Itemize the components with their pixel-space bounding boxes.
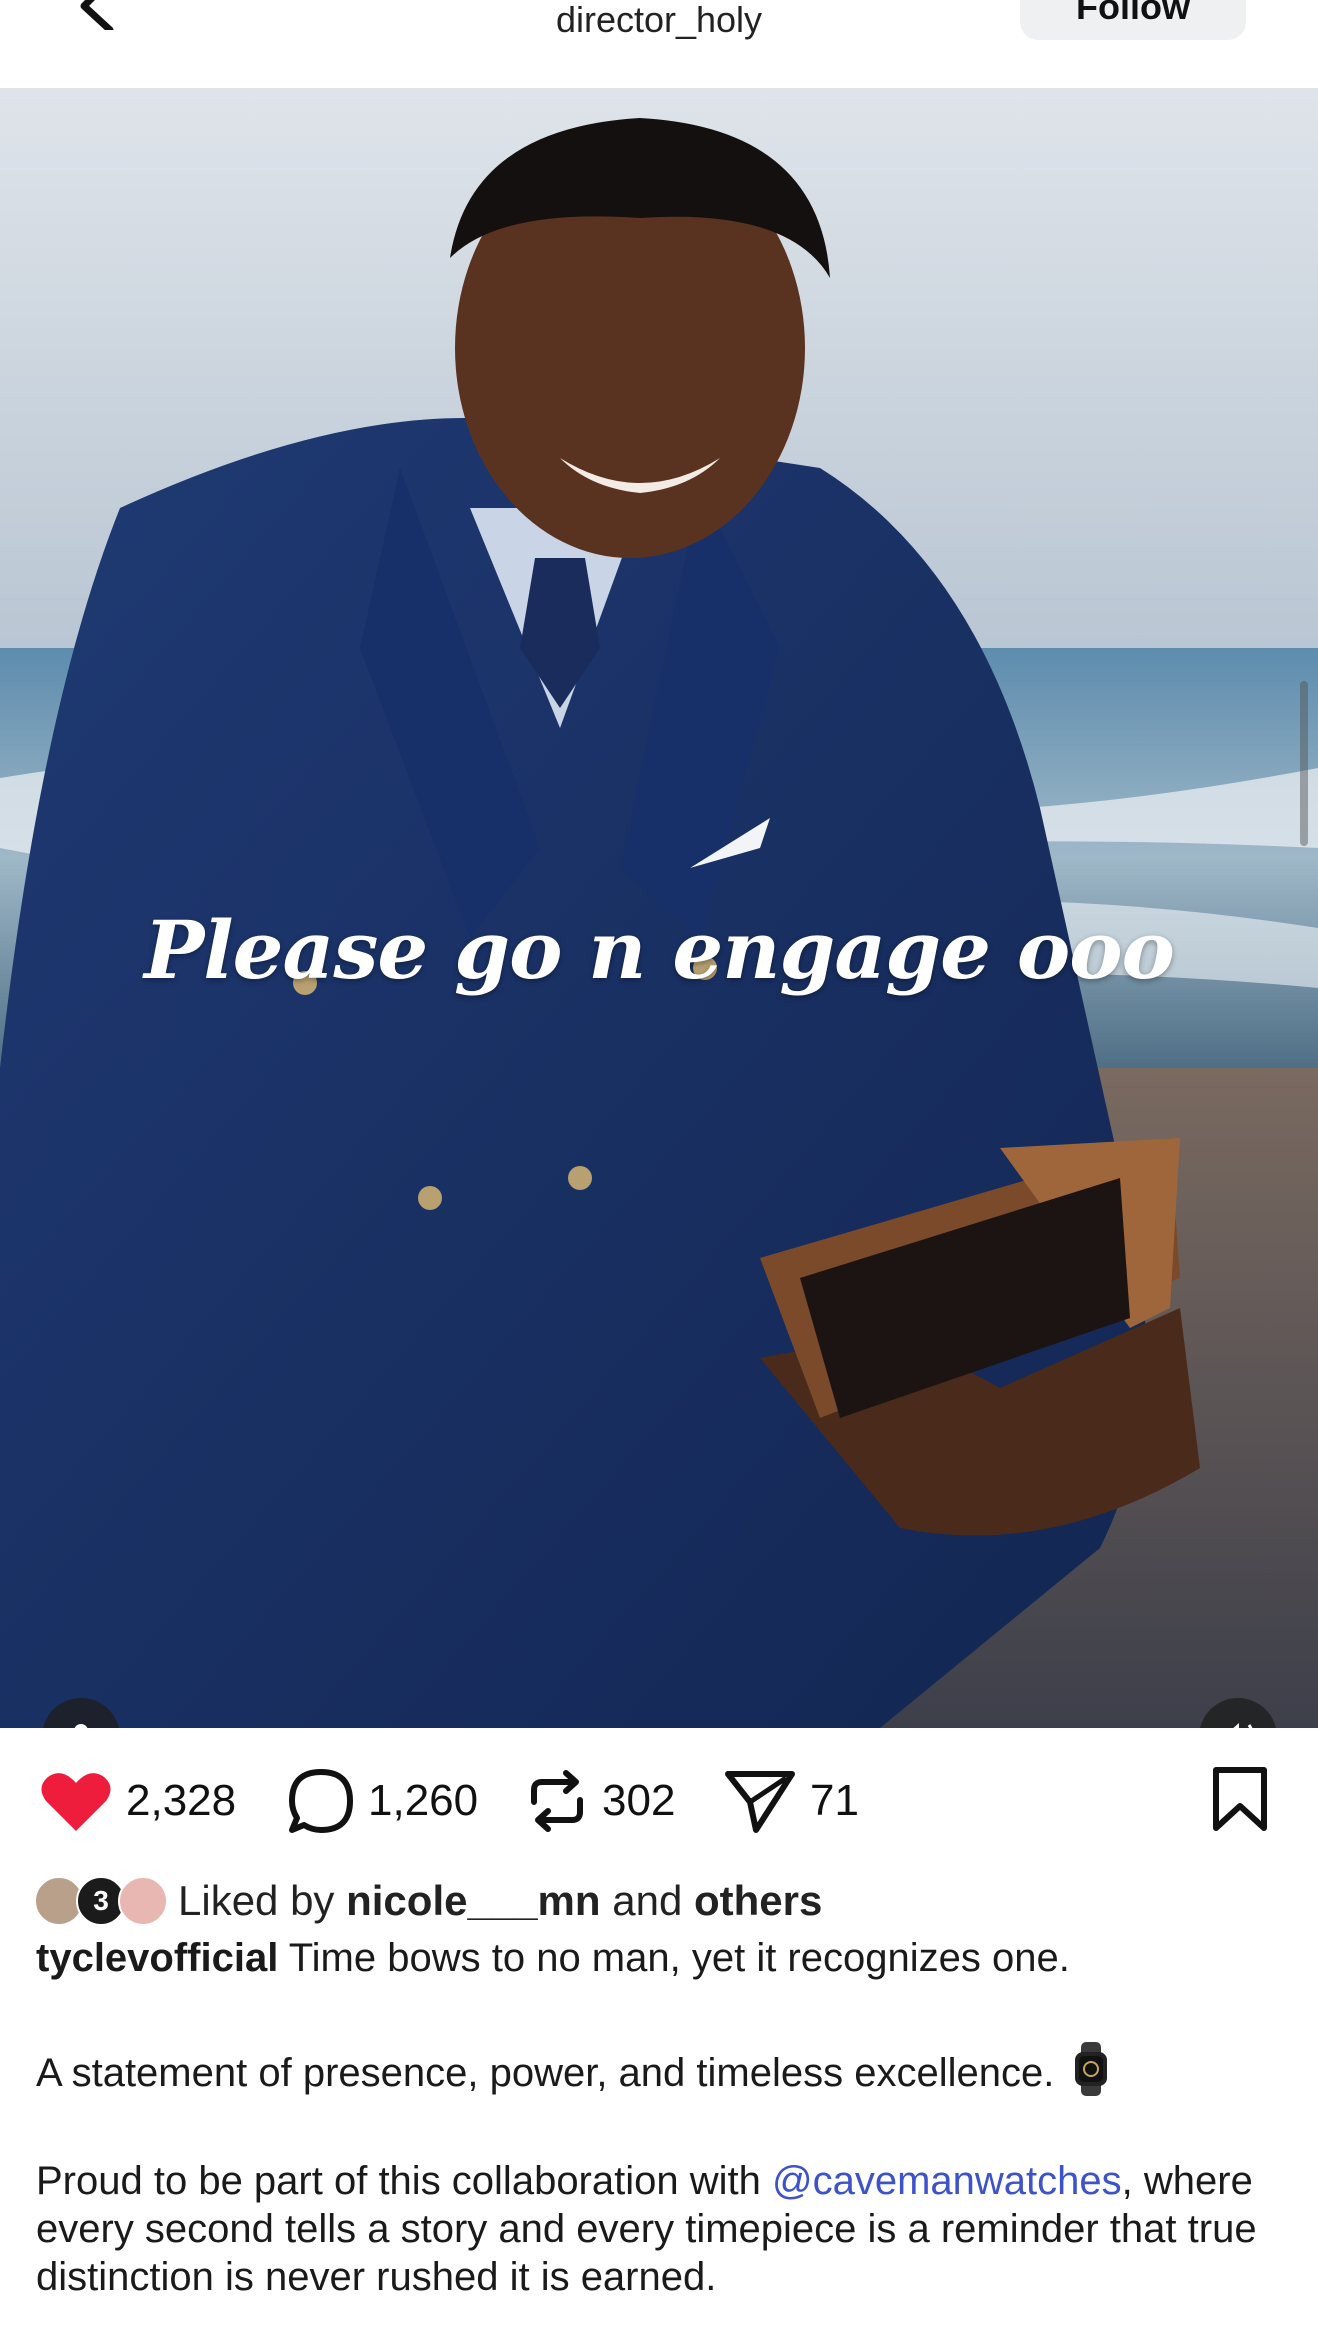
heart-icon[interactable] (40, 1769, 112, 1833)
repost-action[interactable]: 302 (526, 1760, 675, 1842)
caption-author[interactable]: tyclevofficial (36, 1936, 278, 1980)
liked-by-row[interactable]: 3 Liked by nicole___mn and others (34, 1872, 822, 1930)
post-caption: tyclevofficial Time bows to no man, yet … (36, 1934, 1286, 2301)
bookmark-icon[interactable] (1210, 1766, 1270, 1832)
liker-avatars[interactable]: 3 (34, 1874, 170, 1928)
liker-username[interactable]: nicole___mn (346, 1877, 600, 1924)
avatar (118, 1876, 168, 1926)
comment-action[interactable]: 1,260 (288, 1760, 478, 1842)
watch-icon (1075, 2042, 1108, 2096)
share-count: 71 (810, 1776, 859, 1825)
mention-link[interactable]: @cavemanwatches (772, 2159, 1122, 2203)
send-icon[interactable] (724, 1768, 796, 1834)
repost-icon[interactable] (526, 1768, 588, 1834)
like-count: 2,328 (126, 1776, 237, 1825)
tagged-people-button[interactable] (42, 1698, 120, 1728)
caption-line-3: Proud to be part of this collaboration w… (36, 2159, 761, 2203)
others-link[interactable]: others (694, 1877, 822, 1924)
overlay-caption: Please go n engage ooo (144, 903, 1175, 997)
comment-icon[interactable] (288, 1768, 354, 1834)
top-bar: director_holy Follow (0, 0, 1318, 88)
caption-line-2: A statement of presence, power, and time… (36, 2051, 1055, 2095)
follow-button[interactable]: Follow (1020, 0, 1246, 40)
caption-line-1: Time bows to no man, yet it recognizes o… (288, 1936, 1070, 1980)
repost-count: 302 (602, 1776, 676, 1825)
comment-count: 1,260 (368, 1776, 479, 1825)
share-action[interactable]: 71 (724, 1760, 859, 1842)
post-actions: 2,328 1,260 302 71 (0, 1760, 1318, 1842)
like-action[interactable]: 2,328 (40, 1760, 236, 1842)
scroll-indicator[interactable] (1300, 681, 1308, 846)
post-media[interactable]: Please go n engage ooo (0, 88, 1318, 1728)
sound-toggle-button[interactable] (1199, 1698, 1277, 1728)
liked-by-text: Liked by nicole___mn and others (178, 1877, 823, 1924)
person-icon (74, 1724, 88, 1728)
speaker-icon (1233, 1723, 1253, 1728)
